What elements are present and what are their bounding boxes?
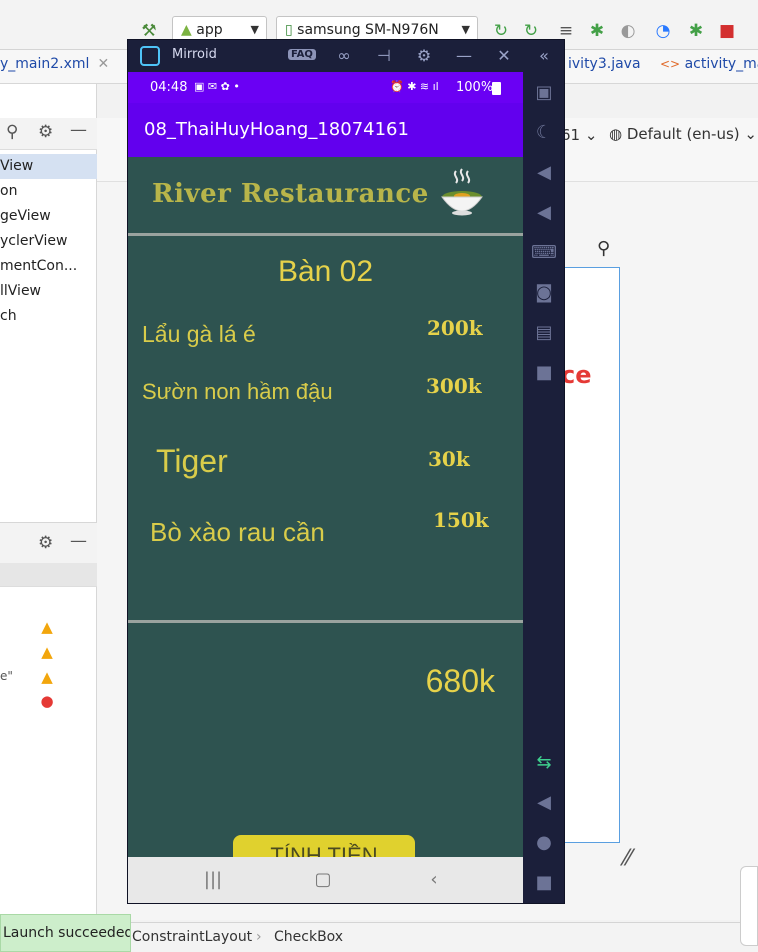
- back-icon[interactable]: ◀: [529, 788, 559, 818]
- menu-item-price: 200k: [427, 316, 483, 340]
- palette-header: ⚲ ⚙ —: [0, 118, 97, 150]
- wrench-icon[interactable]: ⚲: [597, 238, 610, 259]
- side-popup[interactable]: [740, 866, 758, 946]
- header-divider: [128, 233, 523, 236]
- close-window-icon[interactable]: ✕: [492, 44, 516, 68]
- recents-nav-icon[interactable]: |||: [198, 867, 228, 893]
- record-icon[interactable]: ■: [529, 358, 559, 388]
- locale-select[interactable]: ◍ Default (en-us) ⌄: [609, 125, 757, 143]
- keyboard-icon[interactable]: ⌨: [529, 238, 559, 268]
- search-icon[interactable]: ⚲: [6, 122, 18, 142]
- mirroid-titlebar: Mirroid FAQ ∞ ⊣ ⚙ — ✕ «: [128, 40, 564, 72]
- apply-code-changes-icon[interactable]: ↻: [520, 20, 542, 42]
- profiler-icon[interactable]: ◔: [652, 20, 674, 42]
- minimize-icon[interactable]: —: [70, 531, 87, 551]
- restaurant-header: River Restaurance: [128, 157, 523, 235]
- breadcrumb-layout[interactable]: ConstraintLayout: [132, 929, 252, 945]
- component-tree-strip: [0, 563, 97, 587]
- back-nav-icon[interactable]: ‹: [419, 867, 449, 893]
- tab-main2-xml[interactable]: y_main2.xml ✕: [0, 56, 109, 72]
- menu-item-name: Lẩu gà lá é: [142, 321, 256, 347]
- menu-item-price: 300k: [426, 374, 482, 398]
- apply-changes-icon[interactable]: ↻: [490, 20, 512, 42]
- xml-file-icon: <>: [660, 57, 681, 71]
- menu-item-price: 30k: [428, 447, 470, 471]
- android-nav-bar: ||| ▢ ‹: [128, 857, 523, 903]
- settings-icon[interactable]: ⚙: [412, 44, 436, 68]
- palette-item[interactable]: ch: [0, 304, 97, 329]
- menu-item-name: Bò xào rau cần: [150, 517, 325, 547]
- tab-activity-xml[interactable]: <> activity_ma: [660, 56, 758, 72]
- api-level-select[interactable]: 61 ⌄: [561, 126, 597, 144]
- transfer-icon[interactable]: ⇆: [529, 748, 559, 778]
- apk-install-icon[interactable]: ▤: [529, 318, 559, 348]
- warning-icon[interactable]: ▲: [38, 619, 56, 635]
- close-icon[interactable]: ✕: [97, 56, 109, 72]
- collapse-sidebar-icon[interactable]: «: [532, 44, 556, 68]
- gear-icon[interactable]: ⚙: [38, 533, 53, 553]
- android-status-bar: 04:48 ▣ ✉ ✿ • ⏰ ✱ ≋ ıl 100%: [128, 72, 523, 103]
- mirroid-window: Mirroid FAQ ∞ ⊣ ⚙ — ✕ « ▣ ☾ ◀ ◀ ⌨ ◙ ▤ ■ …: [128, 40, 564, 903]
- stop-icon[interactable]: ■: [716, 20, 738, 42]
- palette-item[interactable]: yclerView: [0, 229, 97, 254]
- mirroid-logo-icon: [140, 46, 160, 66]
- home-icon[interactable]: ●: [529, 828, 559, 858]
- menu-item-name: Sườn non hầm đậu: [142, 379, 333, 404]
- palette-item[interactable]: View: [0, 154, 97, 179]
- fullscreen-icon[interactable]: ▣: [529, 78, 559, 108]
- soup-bowl-icon: [441, 168, 483, 216]
- minimize-window-icon[interactable]: —: [452, 44, 476, 68]
- error-icon[interactable]: ●: [38, 693, 56, 709]
- phone-icon: ▯: [285, 22, 293, 38]
- sleep-icon[interactable]: ☾: [529, 118, 559, 148]
- resize-handle-icon[interactable]: ⁄⁄: [624, 846, 631, 871]
- total-divider: [128, 620, 523, 623]
- pin-icon[interactable]: ⊣: [372, 44, 396, 68]
- phone-screen: 04:48 ▣ ✉ ✿ • ⏰ ✱ ≋ ıl 100% 08_ThaiHuyHo…: [128, 72, 523, 903]
- battery-icon: [492, 82, 501, 95]
- launch-toast: Launch succeeded: [0, 914, 131, 952]
- recents-icon[interactable]: ■: [529, 868, 559, 898]
- palette-item[interactable]: geView: [0, 204, 97, 229]
- order-screen: River Restaurance Bàn 02 Lẩu gà lá é 200…: [128, 157, 523, 877]
- total-amount: 680k: [425, 663, 495, 699]
- notification-icons: ▣ ✉ ✿ •: [194, 80, 240, 93]
- attach-process-icon[interactable]: ✱: [685, 20, 707, 42]
- android-icon: ▲: [181, 22, 192, 38]
- menu-item-name: Tiger: [156, 443, 228, 479]
- build-hammer-icon[interactable]: ⚒: [138, 20, 160, 42]
- restaurant-name: River Restaurance: [152, 179, 429, 209]
- faq-button[interactable]: FAQ: [288, 49, 316, 60]
- globe-icon: ◍: [609, 125, 623, 143]
- palette-item[interactable]: mentCon...: [0, 254, 97, 279]
- palette-item[interactable]: on: [0, 179, 97, 204]
- gear-icon[interactable]: ⚙: [38, 122, 53, 142]
- debug-bug-icon[interactable]: ✱: [586, 20, 608, 42]
- blueprint-preview: ce: [561, 267, 620, 843]
- tab-activity3-java[interactable]: ivity3.java: [568, 56, 641, 72]
- link-icon[interactable]: ∞: [332, 44, 356, 68]
- breadcrumb-checkbox[interactable]: CheckBox: [274, 929, 343, 945]
- minimize-icon[interactable]: —: [70, 120, 87, 140]
- status-icons: ⏰ ✱ ≋ ıl: [390, 80, 439, 93]
- warning-icon[interactable]: ▲: [38, 644, 56, 660]
- attach-debugger-icon[interactable]: ◐: [617, 20, 639, 42]
- home-nav-icon[interactable]: ▢: [308, 867, 338, 893]
- screenshot-icon[interactable]: ◙: [529, 278, 559, 308]
- table-number: Bàn 02: [277, 255, 374, 288]
- component-tree-header: ⚙ —: [0, 523, 97, 563]
- volume-down-icon[interactable]: ◀: [529, 198, 559, 228]
- volume-up-icon[interactable]: ◀: [529, 158, 559, 188]
- palette-item[interactable]: llView: [0, 279, 97, 304]
- component-tree-panel: ⚙ — e" ▲ ▲ ▲ ●: [0, 522, 97, 922]
- menu-item-price: 150k: [433, 508, 489, 532]
- app-title-bar: 08_ThaiHuyHoang_18074161: [128, 103, 523, 157]
- warning-icon[interactable]: ▲: [38, 669, 56, 685]
- chevron-right-icon: ›: [256, 929, 262, 945]
- logcat-icon[interactable]: ≡: [555, 20, 577, 42]
